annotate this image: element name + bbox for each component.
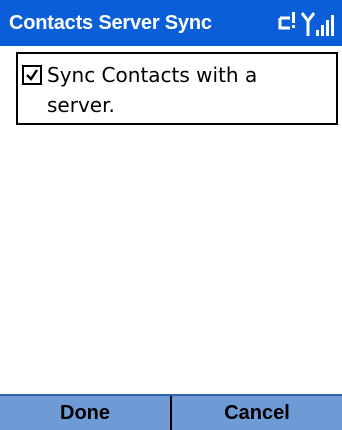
sync-contacts-option[interactable]: Sync Contacts with a server.	[22, 60, 317, 120]
window-title: Contacts Server Sync	[9, 11, 212, 34]
cancel-button[interactable]: Cancel	[172, 396, 342, 430]
status-icons	[276, 8, 338, 38]
options-panel: Sync Contacts with a server.	[16, 52, 338, 125]
sync-contacts-label-line2: server.	[47, 93, 115, 117]
softkey-bar: Done Cancel	[0, 394, 342, 430]
sync-contacts-label-line1: Sync Contacts with a	[47, 63, 258, 87]
title-bar: Contacts Server Sync	[0, 0, 342, 46]
signal-strength-icon	[300, 12, 334, 36]
checkmark-icon	[26, 69, 38, 81]
done-button[interactable]: Done	[0, 396, 170, 430]
sync-contacts-label[interactable]: Sync Contacts with a server.	[47, 60, 317, 120]
data-connection-icon	[278, 12, 295, 30]
sync-contacts-checkbox[interactable]	[22, 65, 42, 85]
